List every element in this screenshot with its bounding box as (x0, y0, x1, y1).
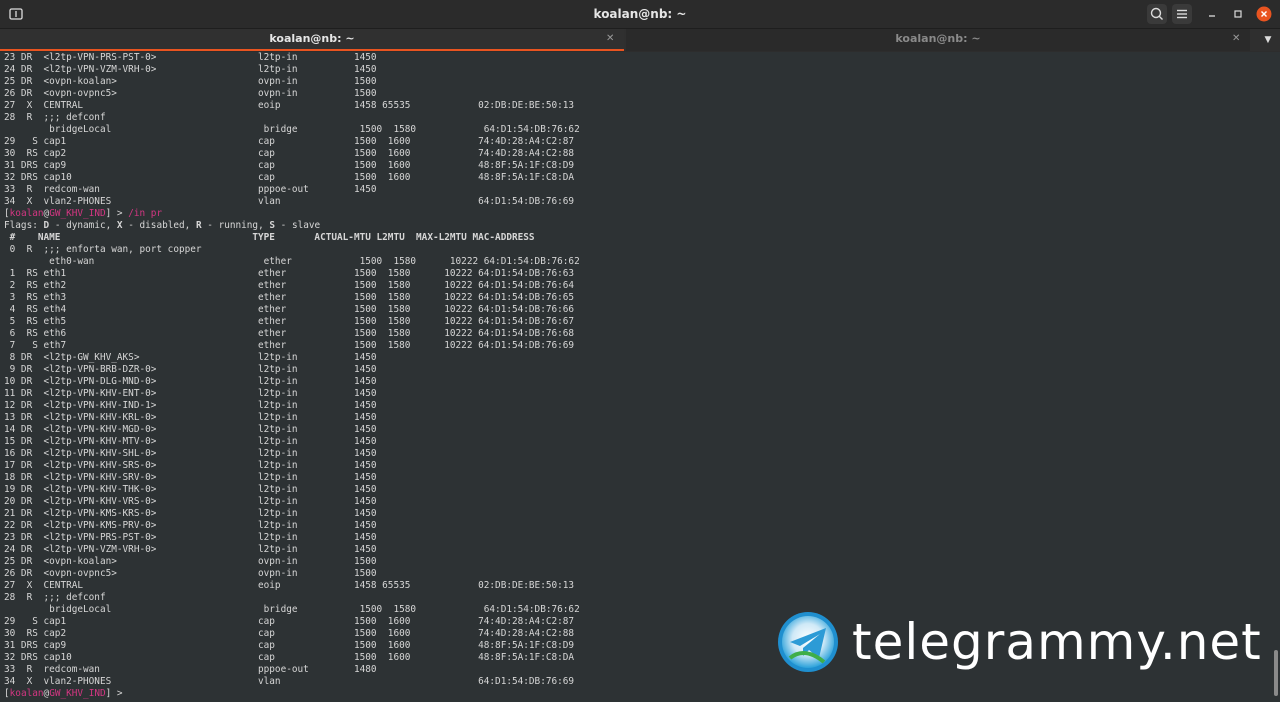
interface-row: 3 RS eth3 ether 1500 1580 10222 64:D1:54… (9, 292, 575, 303)
tab-label: koalan@nb: ~ (269, 32, 355, 45)
interface-row: 27 X CENTRAL eoip 1458 65535 02:DB:DE:BE… (4, 580, 575, 591)
tab-close-icon[interactable]: ✕ (1232, 29, 1240, 49)
interface-row: 9 DR <l2tp-VPN-BRB-DZR-0> l2tp-in 1450 (9, 364, 377, 375)
prompt-final: [koalan@GW_KHV_IND] > (4, 688, 129, 699)
terminal-text: 23 DR <l2tp-VPN-PRS-PST-0> l2tp-in 1450 … (0, 52, 1280, 700)
interface-row: 7 S eth7 ether 1500 1580 10222 64:D1:54:… (9, 340, 575, 351)
menu-button[interactable] (1172, 4, 1192, 24)
hamburger-menu-icon (1177, 9, 1187, 19)
output-line: 23 DR <l2tp-VPN-PRS-PST-0> l2tp-in 1450 (4, 52, 377, 63)
interface-row: 14 DR <l2tp-VPN-KHV-MGD-0> l2tp-in 1450 (4, 424, 377, 435)
interface-row: 1 RS eth1 ether 1500 1580 10222 64:D1:54… (9, 268, 575, 279)
interface-row: 24 DR <l2tp-VPN-VZM-VRH-0> l2tp-in 1450 (4, 544, 377, 555)
interface-row: 0 R ;;; enforta wan, port copper (9, 244, 202, 255)
tab-label: koalan@nb: ~ (895, 32, 981, 45)
interface-row: 33 R redcom-wan pppoe-out 1480 (4, 664, 377, 675)
interface-row: 16 DR <l2tp-VPN-KHV-SHL-0> l2tp-in 1450 (4, 448, 377, 459)
interface-row: 34 X vlan2-PHONES vlan 64:D1:54:DB:76:69 (4, 676, 575, 687)
output-line: 34 X vlan2-PHONES vlan 64:D1:54:DB:76:69 (4, 196, 575, 207)
close-icon (1256, 6, 1272, 22)
output-line: 28 R ;;; defconf (4, 112, 106, 123)
output-line: 27 X CENTRAL eoip 1458 65535 02:DB:DE:BE… (4, 100, 575, 111)
search-button[interactable] (1147, 4, 1167, 24)
interface-row: 17 DR <l2tp-VPN-KHV-SRS-0> l2tp-in 1450 (4, 460, 377, 471)
interface-row: 28 R ;;; defconf (4, 592, 106, 603)
output-line: 26 DR <ovpn-ovpnc5> ovpn-in 1500 (4, 88, 377, 99)
maximize-button[interactable] (1228, 4, 1248, 24)
interface-row: 2 RS eth2 ether 1500 1580 10222 64:D1:54… (9, 280, 575, 291)
tabs-dropdown-button[interactable]: ▼ (1256, 30, 1280, 50)
output-line: 25 DR <ovpn-koalan> ovpn-in 1500 (4, 76, 377, 87)
output-line: 33 R redcom-wan pppoe-out 1450 (4, 184, 377, 195)
interface-row: 23 DR <l2tp-VPN-PRS-PST-0> l2tp-in 1450 (4, 532, 377, 543)
window-titlebar: koalan@nb: ~ (0, 0, 1280, 29)
interface-row: 22 DR <l2tp-VPN-KMS-PRV-0> l2tp-in 1450 (4, 520, 377, 531)
interface-row: 10 DR <l2tp-VPN-DLG-MND-0> l2tp-in 1450 (4, 376, 377, 387)
output-line: 32 DRS cap10 cap 1500 1600 48:8F:5A:1F:C… (4, 172, 575, 183)
tab-terminal-1[interactable]: koalan@nb: ~ ✕ (0, 29, 624, 51)
output-line: 29 S cap1 cap 1500 1600 74:4D:28:A4:C2:8… (4, 136, 575, 147)
maximize-icon (1234, 10, 1242, 18)
interface-row: 21 DR <l2tp-VPN-KMS-KRS-0> l2tp-in 1450 (4, 508, 377, 519)
tab-close-icon[interactable]: ✕ (606, 29, 614, 49)
search-icon (1150, 7, 1163, 20)
tab-bar: koalan@nb: ~ ✕ koalan@nb: ~ ✕ ▼ (0, 29, 1280, 51)
interface-row: 12 DR <l2tp-VPN-KHV-IND-1> l2tp-in 1450 (4, 400, 377, 411)
output-line: 30 RS cap2 cap 1500 1600 74:4D:28:A4:C2:… (4, 148, 575, 159)
interface-row: 5 RS eth5 ether 1500 1580 10222 64:D1:54… (9, 316, 575, 327)
tab-terminal-2[interactable]: koalan@nb: ~ ✕ (626, 29, 1250, 51)
interface-row: 13 DR <l2tp-VPN-KHV-KRL-0> l2tp-in 1450 (4, 412, 377, 423)
interface-row: 26 DR <ovpn-ovpnc5> ovpn-in 1500 (4, 568, 377, 579)
interface-row: 6 RS eth6 ether 1500 1580 10222 64:D1:54… (9, 328, 575, 339)
interface-row: 11 DR <l2tp-VPN-KHV-ENT-0> l2tp-in 1450 (4, 388, 377, 399)
terminal-output[interactable]: 23 DR <l2tp-VPN-PRS-PST-0> l2tp-in 1450 … (0, 52, 1280, 702)
minimize-button[interactable] (1202, 4, 1222, 24)
interface-row: 8 DR <l2tp-GW_KHV_AKS> l2tp-in 1450 (9, 352, 377, 363)
output-line: 24 DR <l2tp-VPN-VZM-VRH-0> l2tp-in 1450 (4, 64, 377, 75)
interface-row: 29 S cap1 cap 1500 1600 74:4D:28:A4:C2:8… (4, 616, 575, 627)
interface-row: 20 DR <l2tp-VPN-KHV-VRS-0> l2tp-in 1450 (4, 496, 377, 507)
interface-row: 15 DR <l2tp-VPN-KHV-MTV-0> l2tp-in 1450 (4, 436, 377, 447)
flags-legend: Flags: D - dynamic, X - disabled, R - ru… (4, 220, 321, 231)
window-title: koalan@nb: ~ (593, 7, 687, 21)
watermark: telegrammy.net (776, 610, 1262, 674)
terminal-scrollbar[interactable] (1274, 650, 1278, 696)
interface-row: 25 DR <ovpn-koalan> ovpn-in 1500 (4, 556, 377, 567)
interface-row: bridgeLocal bridge 1500 1580 64:D1:54:DB… (49, 604, 580, 615)
output-line: 31 DRS cap9 cap 1500 1600 48:8F:5A:1F:C8… (4, 160, 575, 171)
watermark-text: telegrammy.net (852, 613, 1262, 671)
interface-row: eth0-wan ether 1500 1580 10222 64:D1:54:… (49, 256, 580, 267)
output-lines-top: 23 DR <l2tp-VPN-PRS-PST-0> l2tp-in 1450 … (4, 52, 580, 207)
close-window-button[interactable] (1254, 4, 1274, 24)
interface-row: 4 RS eth4 ether 1500 1580 10222 64:D1:54… (9, 304, 575, 315)
chevron-down-icon: ▼ (1264, 35, 1272, 45)
output-lines-body: 0 R ;;; enforta wan, port copper eth0-wa… (4, 244, 580, 687)
prompt: [koalan@GW_KHV_IND] > /in pr (4, 208, 163, 219)
output-line: bridgeLocal bridge 1500 1580 64:D1:54:DB… (49, 124, 580, 135)
minimize-icon (1209, 15, 1215, 17)
table-header: # NAME TYPE ACTUAL-MTU L2MTU MAX-L2MTU M… (4, 232, 535, 243)
interface-row: 18 DR <l2tp-VPN-KHV-SRV-0> l2tp-in 1450 (4, 472, 377, 483)
interface-row: 30 RS cap2 cap 1500 1600 74:4D:28:A4:C2:… (4, 628, 575, 639)
interface-row: 32 DRS cap10 cap 1500 1600 48:8F:5A:1F:C… (4, 652, 575, 663)
telegram-logo-icon (778, 612, 838, 672)
command-text: /in pr (128, 208, 163, 219)
interface-row: 31 DRS cap9 cap 1500 1600 48:8F:5A:1F:C8… (4, 640, 575, 651)
interface-row: 19 DR <l2tp-VPN-KHV-THK-0> l2tp-in 1450 (4, 484, 377, 495)
